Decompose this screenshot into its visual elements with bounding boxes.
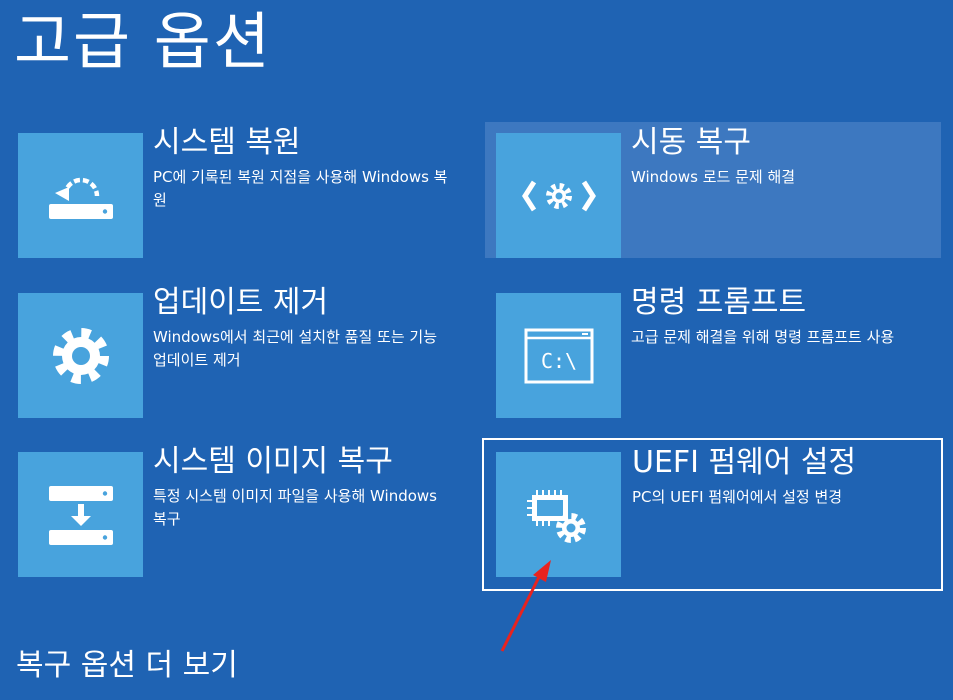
annotation-arrow — [500, 560, 551, 652]
more-recovery-options-link[interactable]: 복구 옵션 더 보기 — [16, 646, 238, 686]
